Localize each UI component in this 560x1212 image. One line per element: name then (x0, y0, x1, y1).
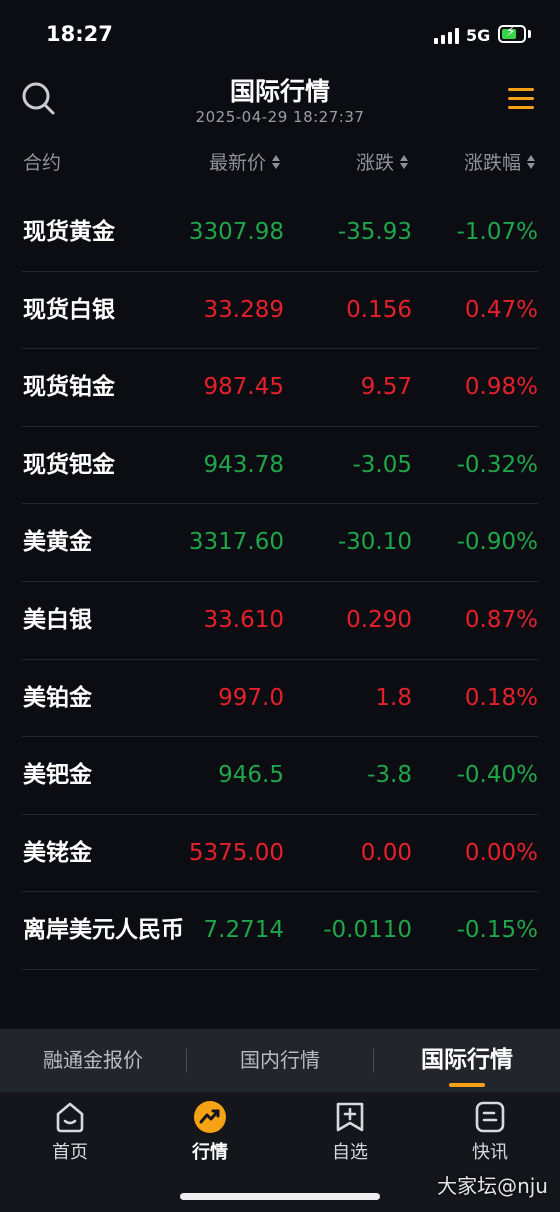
nav-label: 快讯 (472, 1142, 508, 1163)
quote-name: 现货黄金 (23, 219, 115, 245)
home-icon (56, 1102, 84, 1133)
tab-domestic-market[interactable]: 国内行情 (187, 1029, 373, 1092)
quote-price: 3307.98 (188, 219, 284, 245)
quote-change: 9.57 (360, 374, 412, 401)
column-header: 合约 最新价 涨跌 涨跌幅 (0, 146, 560, 180)
header: 国际行情 2025-04-29 18:27:37 (0, 70, 560, 134)
nav-home[interactable]: 首页 (0, 1100, 140, 1164)
quote-list: 现货黄金 3307.98 -35.93 -1.07% 现货白银 33.289 0… (0, 194, 560, 970)
quote-pct: -0.15% (456, 917, 538, 944)
watermark: 大家坛@nju (437, 1174, 548, 1198)
battery-icon: ⚡ (498, 24, 526, 43)
quote-price: 943.78 (203, 451, 284, 478)
app-screen: 18:27 5G ⚡ 国际行情 2025-04-29 18:27:37 合约 最… (0, 0, 560, 1212)
quote-name: 现货铂金 (23, 374, 115, 401)
nav-label: 自选 (332, 1142, 368, 1163)
quote-name: 离岸美元人民币 (23, 917, 184, 944)
sort-by-price[interactable]: 最新价 (209, 148, 280, 175)
quote-name: 现货白银 (23, 296, 115, 323)
quote-name: 美黄金 (23, 529, 92, 556)
quote-name: 美白银 (23, 606, 92, 633)
quote-name: 美钯金 (23, 762, 92, 789)
update-time: 2025-04-29 18:27:37 (195, 108, 365, 126)
nav-news[interactable]: 快讯 (420, 1100, 560, 1164)
quote-change: 1.8 (375, 684, 412, 711)
watchlist-add-icon (336, 1102, 364, 1132)
quote-pct: -0.90% (456, 529, 538, 556)
news-icon (475, 1101, 505, 1133)
home-indicator[interactable] (180, 1193, 380, 1200)
market-tabs: 融通金报价 国内行情 国际行情 (0, 1029, 560, 1092)
quote-row[interactable]: 现货白银 33.289 0.156 0.47% (22, 272, 538, 350)
sort-by-pct[interactable]: 涨跌幅 (464, 148, 535, 175)
quote-change: -35.93 (337, 219, 412, 245)
network-type: 5G (466, 26, 491, 45)
quote-price: 946.5 (218, 762, 284, 789)
page-title: 国际行情 (229, 77, 330, 106)
quote-name: 美铂金 (23, 684, 92, 711)
quote-pct: 0.87% (464, 606, 538, 633)
quote-price: 33.289 (203, 296, 284, 323)
quote-name: 现货钯金 (23, 451, 115, 478)
sort-icon (527, 154, 535, 169)
quote-pct: -0.32% (456, 451, 538, 478)
tab-rongtongjin-quote[interactable]: 融通金报价 (0, 1029, 186, 1092)
quote-price: 7.2714 (203, 917, 284, 944)
quote-change: 0.290 (346, 606, 412, 633)
quote-row[interactable]: 离岸美元人民币 7.2714 -0.0110 -0.15% (22, 892, 538, 970)
quote-row[interactable]: 美铑金 5375.00 0.00 0.00% (22, 815, 538, 893)
quote-name: 美铑金 (23, 839, 92, 866)
menu-icon (508, 88, 534, 91)
quote-row[interactable]: 现货黄金 3307.98 -35.93 -1.07% (22, 194, 538, 272)
quote-row[interactable]: 美黄金 3317.60 -30.10 -0.90% (22, 504, 538, 582)
quote-pct: 0.00% (464, 839, 538, 866)
quote-pct: 0.18% (464, 684, 538, 711)
sort-by-change[interactable]: 涨跌 (356, 148, 408, 175)
quote-price: 987.45 (203, 374, 284, 401)
quote-row[interactable]: 美钯金 946.5 -3.8 -0.40% (22, 737, 538, 815)
quote-change: -3.8 (367, 762, 412, 789)
active-tab-indicator (449, 1083, 485, 1087)
nav-market[interactable]: 行情 (140, 1100, 280, 1164)
status-bar: 18:27 5G ⚡ (0, 0, 560, 70)
quote-change: -3.05 (352, 451, 412, 478)
sort-icon (272, 154, 280, 169)
quote-change: 0.00 (360, 839, 412, 866)
quote-change: -30.10 (337, 529, 412, 556)
quote-pct: -1.07% (456, 219, 538, 245)
nav-label: 首页 (52, 1142, 88, 1163)
sort-icon (400, 154, 408, 169)
quote-change: 0.156 (346, 296, 412, 323)
menu-button[interactable] (508, 88, 534, 110)
status-time: 18:27 (46, 22, 113, 46)
quote-price: 997.0 (218, 684, 284, 711)
column-name: 合约 (23, 152, 62, 174)
quote-price: 3317.60 (188, 529, 284, 556)
quote-pct: 0.98% (464, 374, 538, 401)
quote-pct: 0.47% (464, 296, 538, 323)
quote-row[interactable]: 美铂金 997.0 1.8 0.18% (22, 660, 538, 738)
battery-cap (528, 30, 531, 38)
quote-price: 5375.00 (188, 839, 284, 866)
quote-row[interactable]: 美白银 33.610 0.290 0.87% (22, 582, 538, 660)
market-trend-icon (194, 1101, 226, 1133)
quote-row[interactable]: 现货钯金 943.78 -3.05 -0.32% (22, 427, 538, 505)
quote-pct: -0.40% (456, 762, 538, 789)
quote-change: -0.0110 (323, 917, 412, 944)
nav-label: 行情 (192, 1142, 228, 1163)
signal-icon (434, 28, 460, 44)
quote-row[interactable]: 现货铂金 987.45 9.57 0.98% (22, 349, 538, 427)
nav-watchlist[interactable]: 自选 (280, 1100, 420, 1164)
quote-price: 33.610 (203, 606, 284, 633)
